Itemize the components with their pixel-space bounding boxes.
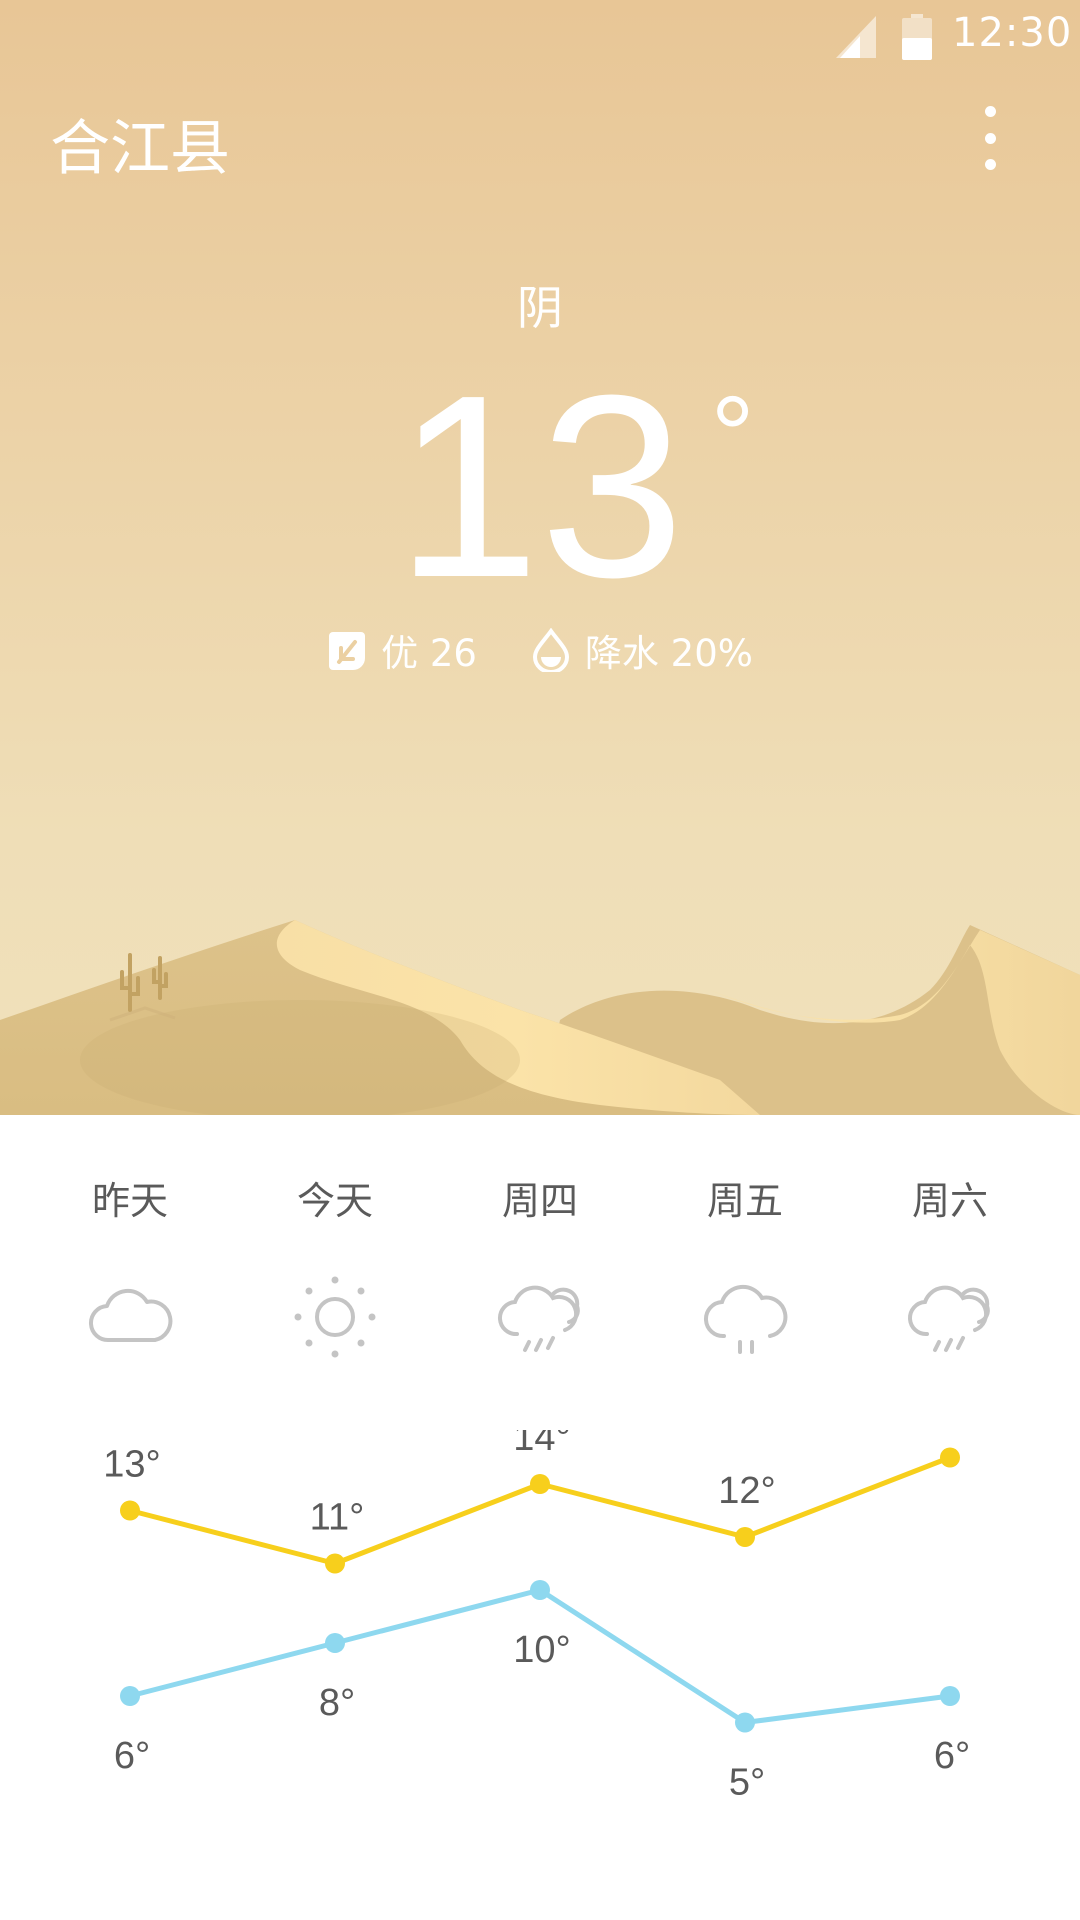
high-temp-point [120,1500,140,1521]
cloud-rain-icon [908,1285,990,1352]
high-temp-point [940,1447,960,1468]
precipitation-label: 降水 20% [584,632,753,675]
forecast-day-label: 周六 [911,1179,988,1223]
high-temp-point [735,1527,755,1547]
forecast-day-label: 周五 [706,1179,783,1223]
forecast-day-label: 昨天 [91,1179,168,1223]
cloud-icon [89,1288,173,1343]
more-vert-icon-dot [984,132,996,144]
low-temp-point [530,1580,550,1600]
high-temp-label: 12° [718,1470,775,1512]
low-temp-label: 8° [319,1682,355,1724]
low-temp-point [735,1712,755,1733]
status-time: 12:30 [952,10,1073,56]
rain-icon [704,1284,788,1354]
high-temp-line [129,1455,951,1566]
leaf-icon [329,632,366,670]
low-temp-label: 6° [934,1735,970,1777]
signal-icon [836,16,876,58]
low-temp-label: 6° [114,1735,150,1777]
temperature-value: 13 [395,342,685,632]
forecast-day-label: 周四 [501,1179,578,1223]
current-condition: 阴 [517,281,563,335]
low-temp-label: 10° [513,1629,570,1671]
low-temp-point [940,1686,960,1706]
high-temp-point [530,1474,550,1494]
desert-dunes-illustration [0,920,1080,1115]
water-drop-icon [532,628,569,672]
degree-symbol: ° [710,374,755,497]
air-quality[interactable]: 优 26 [327,623,477,677]
temperature-trend-chart: 13° 11° 14° 12° 15° 6° 8° 10° 5° 6° [103,1430,980,1804]
battery-icon [902,14,932,60]
current-temperature: 13 ° [395,357,754,617]
current-temperature-block: 13 ° [0,357,1080,617]
sun-icon [294,1276,376,1358]
high-temp-label: 13° [103,1444,160,1486]
low-temp-point [325,1633,345,1653]
city-title[interactable]: 合江县 [50,100,230,187]
more-vert-icon-dot [984,159,996,170]
high-temp-point [325,1553,345,1574]
low-temp-point [120,1686,140,1706]
high-temp-label: 15° [923,1430,980,1433]
current-details: 优 26 降水 20% [0,622,1080,678]
high-temp-label: 14° [513,1430,570,1459]
cloud-rain-icon [498,1285,580,1352]
precipitation[interactable]: 降水 20% [531,623,753,677]
forecast-icons [0,1272,1080,1362]
low-temp-label: 5° [729,1762,765,1804]
more-vert-icon [984,106,996,117]
forecast-day-label: 今天 [296,1179,373,1223]
more-options-button[interactable] [970,106,1010,170]
status-bar: 12:30 [0,0,1080,72]
weather-screen: 12:30 合江县 阴 13 ° 优 26 降水 20% 昨天 今天 周四 周五… [0,0,1080,1920]
current-weather-panel: 12:30 合江县 阴 13 ° 优 26 降水 20% [0,0,1080,1115]
high-temp-label: 11° [310,1497,365,1539]
forecast-day-labels: 昨天 今天 周四 周五 周六 [0,1170,1080,1230]
air-quality-label: 优 26 [381,632,477,675]
